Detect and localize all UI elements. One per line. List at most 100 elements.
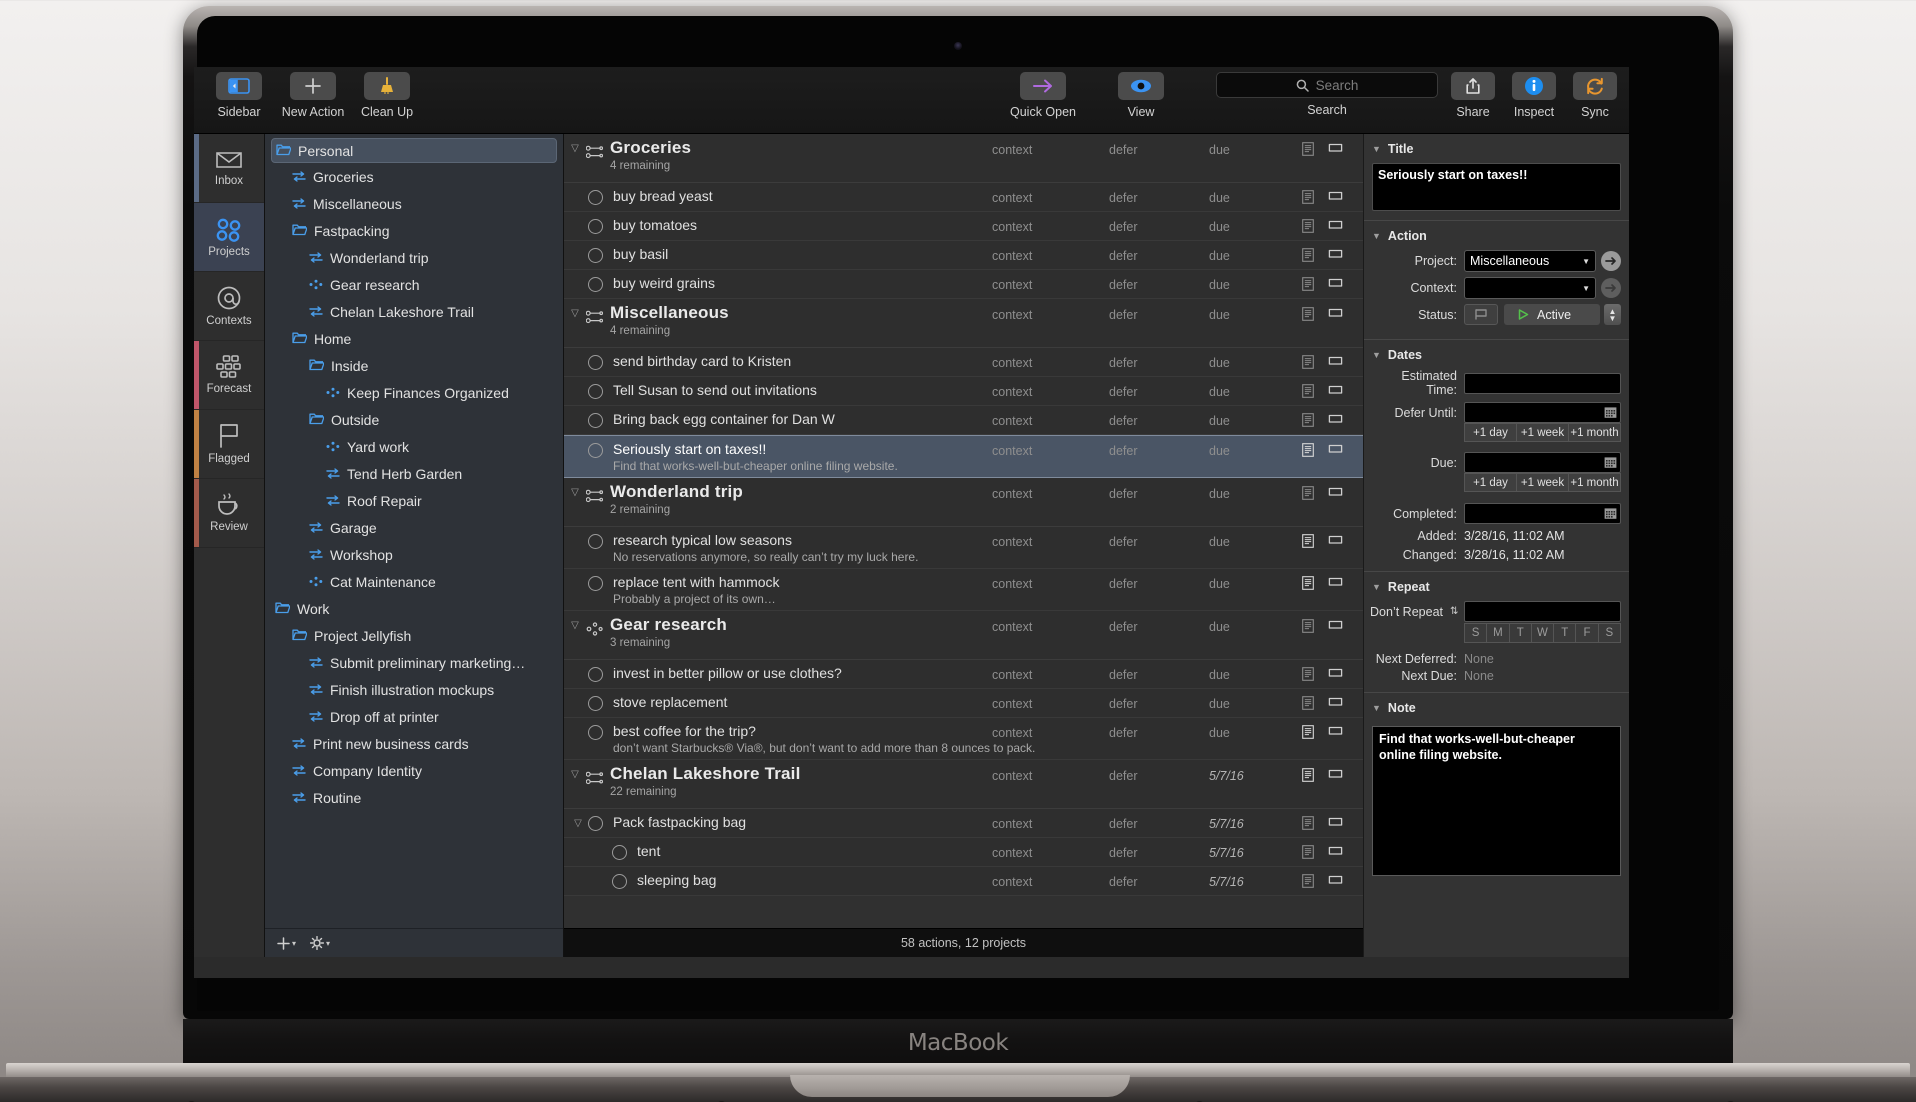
- column-defer[interactable]: defer: [1109, 212, 1179, 234]
- toolbar-button-sidebar[interactable]: Sidebar: [208, 72, 270, 119]
- flag-icon[interactable]: [1328, 443, 1343, 460]
- sidebar-item-submit-preliminary-marketing[interactable]: Submit preliminary marketing…: [265, 649, 563, 676]
- toolbar-button-inspect[interactable]: Inspect: [1508, 72, 1560, 119]
- section-header[interactable]: ▼ Repeat: [1364, 572, 1629, 601]
- rail-item-contexts[interactable]: Contexts: [194, 272, 264, 341]
- flag-icon[interactable]: [1328, 307, 1343, 324]
- outline-task-row[interactable]: buy basil context defer due: [564, 241, 1363, 270]
- flag-icon[interactable]: [1328, 486, 1343, 503]
- column-due[interactable]: due: [1209, 270, 1279, 292]
- sidebar-item-fastpacking[interactable]: Fastpacking: [265, 217, 563, 244]
- defer-plus-1-day-button[interactable]: +1 day: [1464, 423, 1517, 442]
- note-icon[interactable]: [1302, 248, 1314, 265]
- outline-task-row[interactable]: Tell Susan to send out invitations contex…: [564, 377, 1363, 406]
- column-context[interactable]: context: [992, 760, 1082, 783]
- search-input[interactable]: Search: [1216, 72, 1438, 98]
- flag-icon[interactable]: [1328, 534, 1343, 551]
- note-icon[interactable]: [1302, 576, 1314, 593]
- note-icon[interactable]: [1302, 816, 1314, 833]
- sidebar-item-outside[interactable]: Outside: [265, 406, 563, 433]
- flag-icon[interactable]: [1328, 667, 1343, 684]
- repeat-mode-stepper[interactable]: ⇅: [1450, 606, 1464, 617]
- weekday-mon[interactable]: M: [1487, 623, 1510, 643]
- disclosure-triangle-icon[interactable]: ▽: [564, 760, 586, 780]
- sidebar-item-print-new-business-cards[interactable]: Print new business cards: [265, 730, 563, 757]
- note-icon[interactable]: [1302, 219, 1314, 236]
- column-due[interactable]: due: [1209, 299, 1279, 322]
- weekday-wed[interactable]: W: [1531, 623, 1555, 643]
- sidebar-item-garage[interactable]: Garage: [265, 514, 563, 541]
- note-icon[interactable]: [1302, 619, 1314, 636]
- toolbar-button-quick-open[interactable]: Quick Open: [1010, 72, 1076, 119]
- section-header[interactable]: ▼ Dates: [1364, 340, 1629, 369]
- column-defer[interactable]: defer: [1109, 689, 1179, 711]
- status-select[interactable]: Active: [1504, 304, 1600, 325]
- sidebar-item-gear-research[interactable]: Gear research: [265, 271, 563, 298]
- column-due[interactable]: due: [1209, 377, 1279, 399]
- column-defer[interactable]: defer: [1109, 660, 1179, 682]
- note-icon[interactable]: [1302, 190, 1314, 207]
- column-defer[interactable]: defer: [1109, 183, 1179, 205]
- outline-group-row[interactable]: ▽ Chelan Lakeshore Trail 22 remaining conte…: [564, 760, 1363, 809]
- column-context[interactable]: context: [992, 867, 1082, 889]
- disclosure-triangle-icon[interactable]: ▼: [1372, 703, 1381, 713]
- column-context[interactable]: context: [992, 718, 1082, 740]
- sidebar-item-keep-finances-organized[interactable]: Keep Finances Organized: [265, 379, 563, 406]
- column-defer[interactable]: defer: [1109, 299, 1179, 322]
- column-context[interactable]: context: [992, 478, 1082, 501]
- repeat-value-field[interactable]: [1464, 601, 1621, 622]
- flag-icon[interactable]: [1328, 874, 1343, 891]
- note-icon[interactable]: [1302, 534, 1314, 551]
- due-plus-1-month-button[interactable]: +1 month: [1569, 473, 1621, 492]
- flag-icon[interactable]: [1328, 816, 1343, 833]
- column-context[interactable]: context: [992, 134, 1082, 157]
- due-plus-1-week-button[interactable]: +1 week: [1517, 473, 1569, 492]
- task-status-circle[interactable]: [612, 874, 627, 889]
- sidebar-item-home[interactable]: Home: [265, 325, 563, 352]
- sidebar-item-drop-off-at-printer[interactable]: Drop off at printer: [265, 703, 563, 730]
- sidebar-item-personal[interactable]: Personal: [271, 138, 557, 163]
- sidebar-item-roof-repair[interactable]: Roof Repair: [265, 487, 563, 514]
- disclosure-triangle-icon[interactable]: ▼: [1372, 231, 1381, 241]
- outline-task-row[interactable]: replace tent with hammock Probably a proj…: [564, 569, 1363, 611]
- sidebar-item-workshop[interactable]: Workshop: [265, 541, 563, 568]
- disclosure-triangle-icon[interactable]: ▽: [564, 611, 586, 631]
- column-defer[interactable]: defer: [1109, 760, 1179, 783]
- flag-icon[interactable]: [1328, 277, 1343, 294]
- column-context[interactable]: context: [992, 406, 1082, 428]
- flag-toggle-button[interactable]: [1464, 304, 1498, 325]
- flag-icon[interactable]: [1328, 190, 1343, 207]
- task-status-circle[interactable]: [588, 355, 603, 370]
- column-context[interactable]: context: [992, 212, 1082, 234]
- flag-icon[interactable]: [1328, 768, 1343, 785]
- projects-tree[interactable]: Personal Groceries Miscellaneous Fastpackin…: [265, 134, 563, 928]
- weekday-tue[interactable]: T: [1509, 623, 1532, 643]
- outline-task-row[interactable]: send birthday card to Kristen context defe…: [564, 348, 1363, 377]
- column-due[interactable]: due: [1209, 134, 1279, 157]
- sidebar-item-company-identity[interactable]: Company Identity: [265, 757, 563, 784]
- outline-task-row[interactable]: best coffee for the trip? don’t want Star…: [564, 718, 1363, 760]
- sidebar-item-groceries[interactable]: Groceries: [265, 163, 563, 190]
- outline-task-row[interactable]: stove replacement context defer due: [564, 689, 1363, 718]
- task-status-circle[interactable]: [588, 443, 603, 458]
- column-defer[interactable]: defer: [1109, 867, 1179, 889]
- column-defer[interactable]: defer: [1109, 436, 1179, 458]
- defer-plus-1-week-button[interactable]: +1 week: [1517, 423, 1569, 442]
- column-context[interactable]: context: [992, 689, 1082, 711]
- outline-task-row[interactable]: ▽ Pack fastpacking bag context defer 5/7/16: [564, 809, 1363, 838]
- task-status-circle[interactable]: [588, 816, 603, 831]
- column-defer[interactable]: defer: [1109, 377, 1179, 399]
- task-status-circle[interactable]: [588, 696, 603, 711]
- column-defer[interactable]: defer: [1109, 809, 1179, 831]
- outline-group-row[interactable]: ▽ Wonderland trip 2 remaining context defer d…: [564, 478, 1363, 527]
- note-icon[interactable]: [1302, 667, 1314, 684]
- task-status-circle[interactable]: [588, 534, 603, 549]
- sidebar-item-wonderland-trip[interactable]: Wonderland trip: [265, 244, 563, 271]
- outline-group-row[interactable]: ▽ Gear research 3 remaining context defer due: [564, 611, 1363, 660]
- column-defer[interactable]: defer: [1109, 569, 1179, 591]
- title-field[interactable]: Seriously start on taxes!!: [1372, 163, 1621, 211]
- weekday-thu[interactable]: T: [1554, 623, 1577, 643]
- defer-until-field[interactable]: [1464, 402, 1621, 423]
- note-icon[interactable]: [1302, 307, 1314, 324]
- column-defer[interactable]: defer: [1109, 611, 1179, 634]
